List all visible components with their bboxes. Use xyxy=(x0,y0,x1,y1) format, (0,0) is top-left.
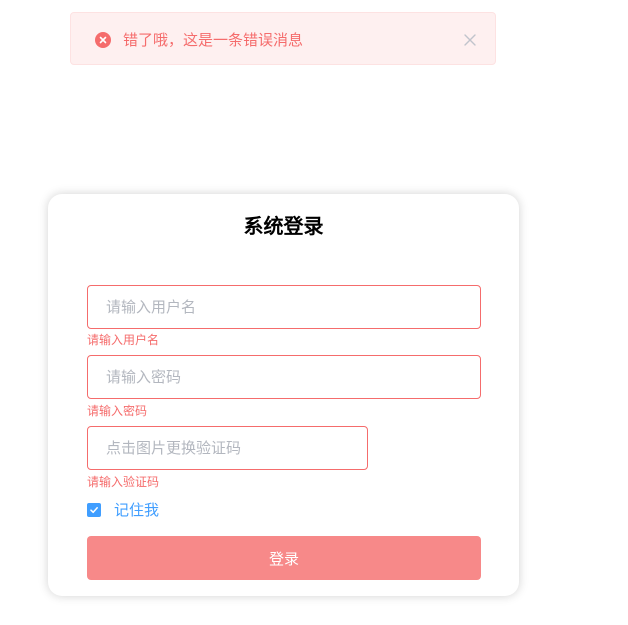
error-circle-icon xyxy=(95,32,111,48)
password-field xyxy=(87,355,481,399)
captcha-field xyxy=(87,426,368,470)
username-field xyxy=(87,285,481,329)
remember-me-label[interactable]: 记住我 xyxy=(114,500,159,520)
login-title: 系统登录 xyxy=(243,214,324,238)
remember-me-checkbox[interactable]: 记住我 xyxy=(87,500,159,520)
error-alert: 错了哦，这是一条错误消息 xyxy=(70,12,496,65)
alert-message: 错了哦，这是一条错误消息 xyxy=(123,31,304,49)
password-input[interactable] xyxy=(88,356,480,398)
close-icon[interactable] xyxy=(463,32,477,46)
checkbox-checked-icon[interactable] xyxy=(87,503,101,517)
password-error: 请输入密码 xyxy=(87,404,148,418)
login-card: 系统登录 请输入用户名 请输入密码 请输入验证码 记住我 登录 xyxy=(48,194,519,596)
username-error: 请输入用户名 xyxy=(87,333,160,347)
captcha-input[interactable] xyxy=(88,427,367,469)
captcha-error: 请输入验证码 xyxy=(87,475,160,489)
login-button[interactable]: 登录 xyxy=(87,536,481,580)
username-input[interactable] xyxy=(88,286,480,328)
